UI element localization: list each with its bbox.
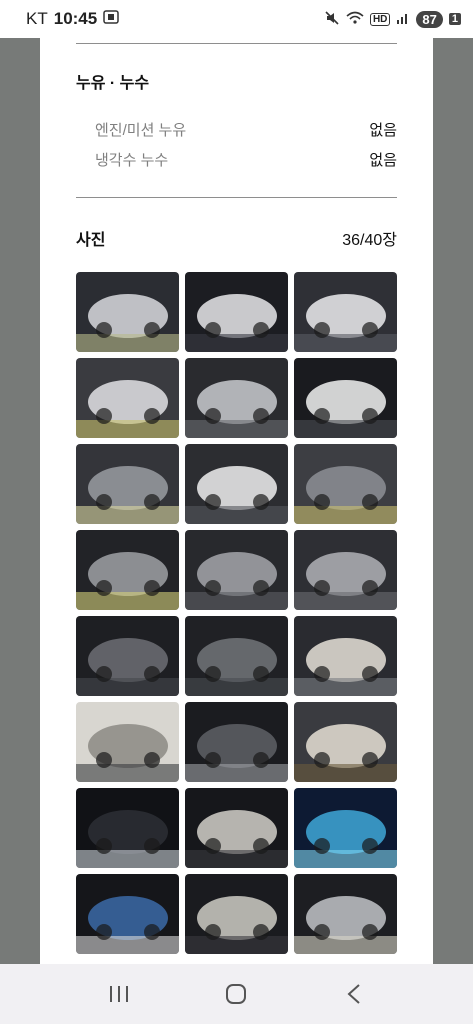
inspection-sheet: 누유 · 누수 엔진/미션 누유 없음 냉각수 누수 없음 사진 36/40장: [40, 38, 433, 964]
photo-thumbnail-wheel-rim-side[interactable]: [294, 530, 397, 610]
photo-thumbnail-door-panel-closeup[interactable]: [76, 444, 179, 524]
status-bar: KT 10:45 HD 87 1: [0, 0, 473, 38]
photo-thumbnail-wheel-rim[interactable]: [294, 444, 397, 524]
leak-row-label: 엔진/미션 누유: [95, 122, 187, 139]
photo-thumbnail-rear-door-open[interactable]: [294, 616, 397, 696]
navigation-bar: [0, 964, 473, 1024]
screenshot-icon: [103, 9, 119, 29]
leak-row-label: 냉각수 누수: [95, 152, 169, 169]
photo-thumbnail-front-seats[interactable]: [185, 788, 288, 868]
modal-backdrop-left[interactable]: [0, 38, 40, 964]
photo-thumbnail-open-trunk[interactable]: [294, 702, 397, 782]
photo-thumbnail-side-panel-closeup[interactable]: [185, 358, 288, 438]
photo-thumbnail-infotainment-screen[interactable]: [294, 788, 397, 868]
photo-thumbnail-white-suv-rear[interactable]: [185, 272, 288, 352]
photo-thumbnail-white-suv-front-side[interactable]: [76, 358, 179, 438]
photo-thumbnail-front-wheel[interactable]: [76, 530, 179, 610]
signal-icon: [396, 11, 410, 28]
photo-thumbnail-white-suv-rear-three-quarter[interactable]: [294, 272, 397, 352]
photo-thumbnail-white-suv-front-parking[interactable]: [76, 272, 179, 352]
leak-row-value: 없음: [369, 122, 397, 139]
photo-thumbnail-rear-seats[interactable]: [76, 702, 179, 782]
top-divider: [76, 43, 397, 44]
clock: 10:45: [53, 9, 98, 28]
leak-row-coolant: 냉각수 누수 없음: [95, 149, 397, 170]
carrier-label: KT: [26, 9, 48, 28]
section-divider: [76, 197, 397, 198]
mute-icon: [324, 10, 340, 29]
photo-thumbnail-center-console[interactable]: [294, 874, 397, 954]
photo-thumbnail-seat-controls[interactable]: [185, 874, 288, 954]
photo-section-title: 사진: [76, 232, 106, 249]
back-button[interactable]: [324, 974, 384, 1014]
modal-backdrop-right[interactable]: [433, 38, 473, 964]
photo-thumbnail-tire-tread-left[interactable]: [76, 616, 179, 696]
photo-thumbnail-steering-wheel[interactable]: [76, 874, 179, 954]
leak-row-engine: 엔진/미션 누유 없음: [95, 119, 397, 140]
home-icon: [226, 984, 247, 1004]
photo-thumbnail-tire-tread-right[interactable]: [185, 616, 288, 696]
photo-count: 36/40장: [342, 232, 397, 249]
photo-thumbnail-rear-console[interactable]: [185, 702, 288, 782]
photo-thumbnail-dashboard-left[interactable]: [76, 788, 179, 868]
network-badge: HD: [369, 12, 391, 26]
recent-apps-icon: [109, 986, 128, 1002]
photo-thumbnail-side-mirror-detail[interactable]: [185, 444, 288, 524]
photo-grid: [76, 272, 397, 954]
home-button[interactable]: [206, 974, 266, 1014]
leak-section-title: 누유 · 누수: [76, 75, 150, 92]
battery-indicator: 87: [416, 10, 443, 28]
leak-row-value: 없음: [369, 152, 397, 169]
wifi-icon: [346, 11, 364, 28]
sim-indicator: 1: [448, 13, 461, 25]
photo-thumbnail-rear-wheel[interactable]: [185, 530, 288, 610]
recent-apps-button[interactable]: [89, 974, 149, 1014]
photo-thumbnail-side-mirror[interactable]: [294, 358, 397, 438]
back-icon: [347, 984, 360, 1004]
